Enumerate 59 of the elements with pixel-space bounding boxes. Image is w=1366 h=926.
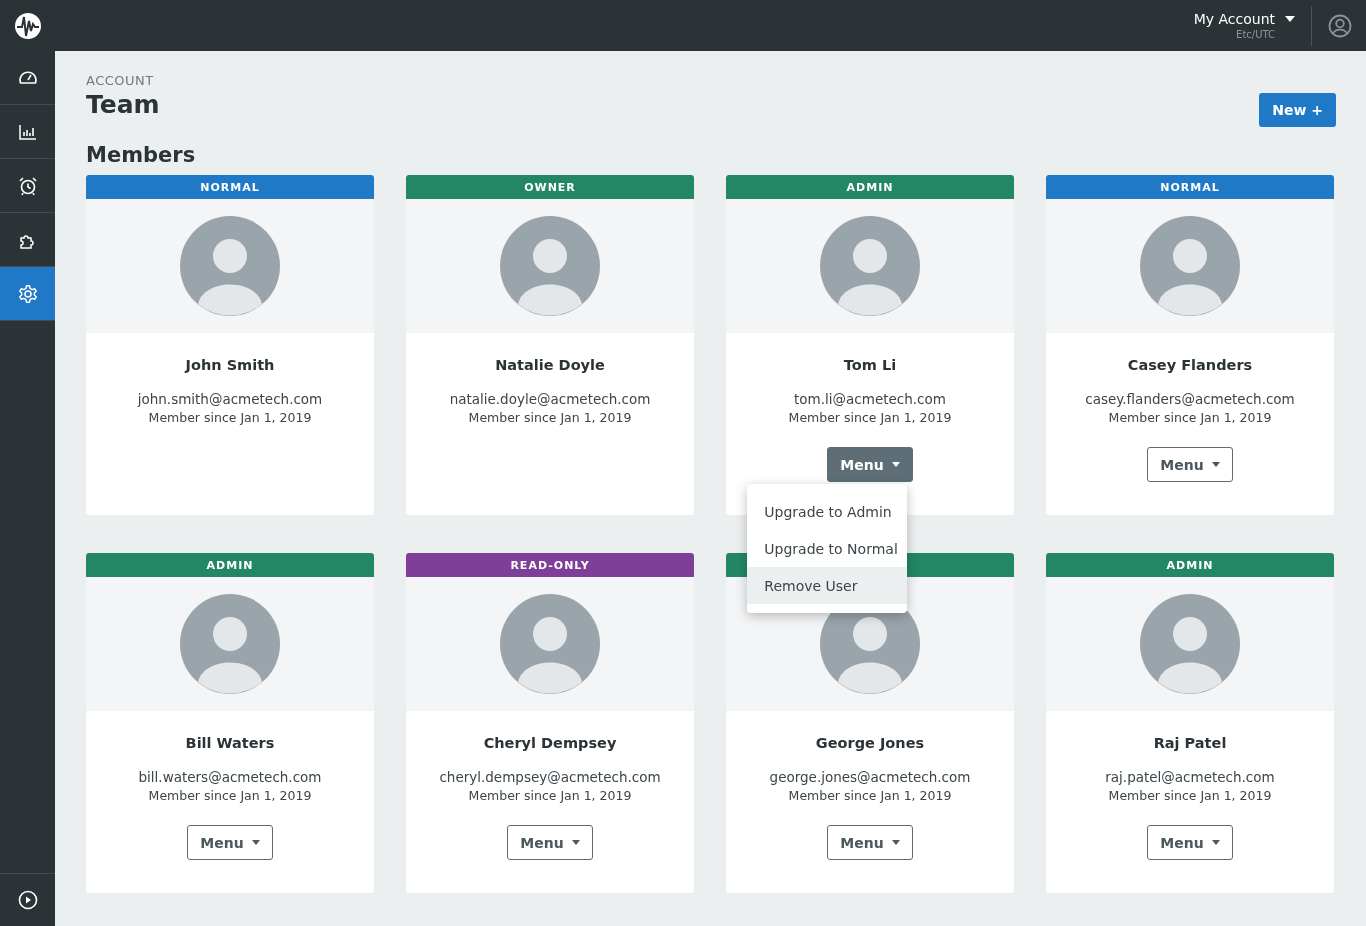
member-name: Natalie Doyle xyxy=(495,357,605,373)
member-name: Casey Flanders xyxy=(1127,357,1253,373)
member-email: george.jones@acmetech.com xyxy=(769,769,971,785)
menu-button[interactable]: Menu xyxy=(1147,447,1233,482)
member-name: George Jones xyxy=(815,735,925,751)
member-email: raj.patel@acmetech.com xyxy=(1105,769,1275,785)
caret-icon xyxy=(891,462,900,467)
member-email: natalie.doyle@acmetech.com xyxy=(449,391,651,407)
role-badge: NORMAL xyxy=(1046,175,1334,199)
menu-item[interactable]: Upgrade to Normal xyxy=(747,530,908,567)
role-badge: ADMIN xyxy=(86,553,374,577)
menu-button[interactable]: Menu xyxy=(507,825,593,860)
role-badge: ADMIN xyxy=(1046,553,1334,577)
caret-icon xyxy=(1211,462,1220,467)
logo-icon xyxy=(13,11,42,40)
breadcrumb: ACCOUNT xyxy=(86,73,155,88)
role-badge: NORMAL xyxy=(86,175,374,199)
member-since: Member since Jan 1, 2019 xyxy=(148,410,312,425)
member-since: Member since Jan 1, 2019 xyxy=(788,788,952,803)
alarm-clock-icon xyxy=(17,175,38,196)
account-menu[interactable]: My Account Etc/UTC xyxy=(1193,11,1295,40)
settings-icon xyxy=(17,283,38,304)
menu-button[interactable]: Menu xyxy=(1147,825,1233,860)
menu-item[interactable]: Upgrade to Admin xyxy=(747,493,908,530)
menu-button[interactable]: Menu xyxy=(827,825,913,860)
menu-item[interactable]: Remove User xyxy=(747,567,908,604)
caret-icon xyxy=(571,840,580,845)
member-email: tom.li@acmetech.com xyxy=(794,391,946,407)
play-icon[interactable] xyxy=(17,890,38,910)
user-profile-icon[interactable] xyxy=(1328,13,1352,38)
member-email: bill.waters@acmetech.com xyxy=(138,769,322,785)
caret-icon xyxy=(251,840,260,845)
member-name: Raj Patel xyxy=(1153,735,1227,751)
member-name: Cheryl Dempsey xyxy=(483,735,617,751)
member-since: Member since Jan 1, 2019 xyxy=(148,788,312,803)
caret-icon xyxy=(1211,840,1220,845)
role-badge: READ-ONLY xyxy=(406,553,694,577)
role-badge: OWNER xyxy=(406,175,694,199)
member-since: Member since Jan 1, 2019 xyxy=(468,788,632,803)
member-email: cheryl.dempsey@acmetech.com xyxy=(439,769,661,785)
member-since: Member since Jan 1, 2019 xyxy=(468,410,632,425)
page-title: Team xyxy=(86,90,160,119)
member-since: Member since Jan 1, 2019 xyxy=(1108,788,1272,803)
role-badge: ADMIN xyxy=(726,175,1014,199)
member-name: John Smith xyxy=(185,357,275,373)
member-since: Member since Jan 1, 2019 xyxy=(788,410,952,425)
member-name: Tom Li xyxy=(843,357,897,373)
section-title: Members xyxy=(86,143,197,167)
member-since: Member since Jan 1, 2019 xyxy=(1108,410,1272,425)
menu-button[interactable]: Menu xyxy=(187,825,273,860)
member-email: john.smith@acmetech.com xyxy=(137,391,323,407)
caret-icon xyxy=(1285,16,1295,22)
sidebar-settings-item[interactable] xyxy=(0,267,55,321)
menu-button[interactable]: Menu xyxy=(827,447,913,482)
member-email: casey.flanders@acmetech.com xyxy=(1085,391,1295,407)
member-name: Bill Waters xyxy=(185,735,275,751)
timezone-label: Etc/UTC xyxy=(1236,29,1275,40)
new-button[interactable]: New + xyxy=(1259,93,1336,127)
caret-icon xyxy=(891,840,900,845)
